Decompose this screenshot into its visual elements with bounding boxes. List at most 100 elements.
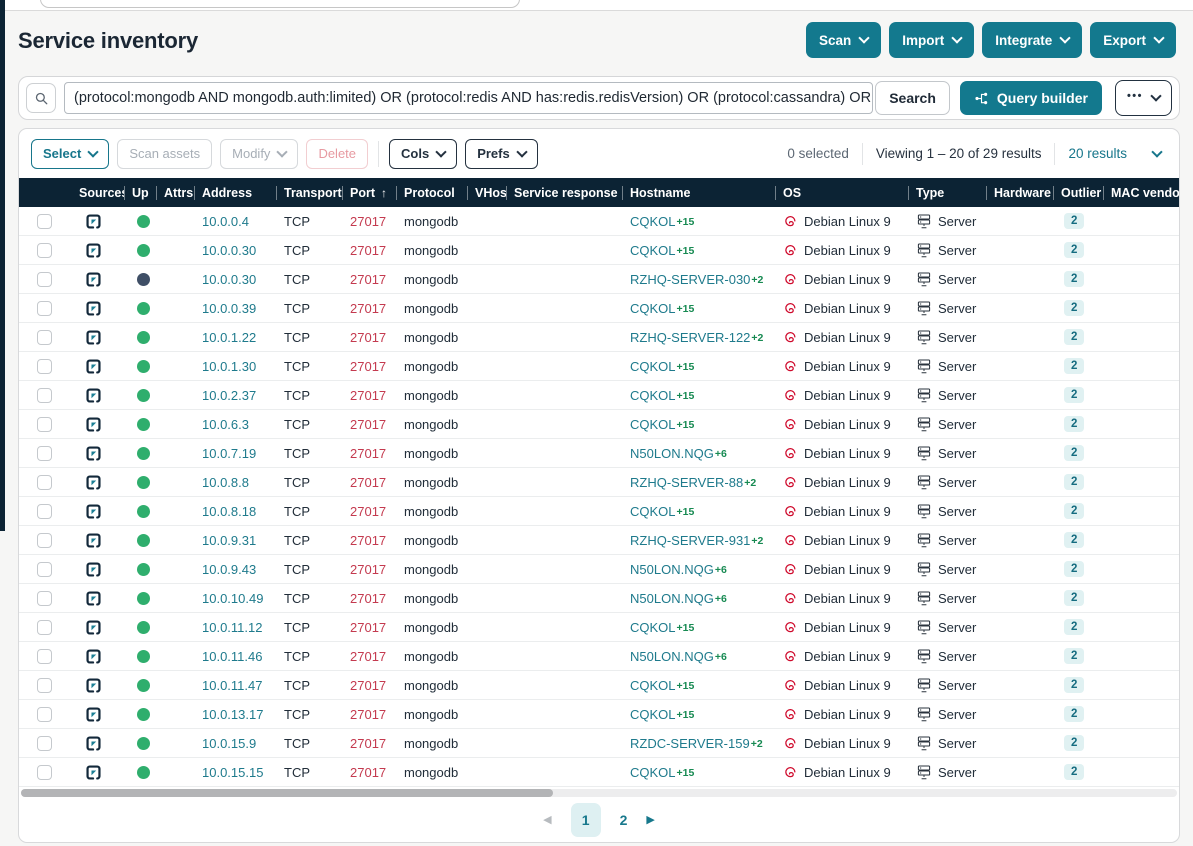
hostname-link[interactable]: RZHQ-SERVER-122+2 (630, 330, 763, 345)
hostname-link[interactable]: CQKOL+15 (630, 765, 694, 780)
outlier-badge[interactable]: 2 (1064, 416, 1084, 432)
hostname-link[interactable]: N50LON.NQG+6 (630, 562, 727, 577)
address-link[interactable]: 10.0.11.12 (202, 620, 262, 635)
outlier-badge[interactable]: 2 (1064, 213, 1084, 229)
runzero-source-icon[interactable] (85, 648, 102, 665)
column-header-outlier[interactable]: Outlier (1053, 185, 1103, 201)
hostname-link[interactable]: CQKOL+15 (630, 214, 694, 229)
prefs-button[interactable]: Prefs (465, 139, 538, 169)
runzero-source-icon[interactable] (85, 561, 102, 578)
address-link[interactable]: 10.0.6.3 (202, 417, 249, 432)
row-checkbox[interactable] (37, 301, 52, 316)
runzero-source-icon[interactable] (85, 329, 102, 346)
row-checkbox[interactable] (37, 765, 52, 780)
row-checkbox[interactable] (37, 475, 52, 490)
address-link[interactable]: 10.0.2.37 (202, 388, 256, 403)
integrate-button[interactable]: Integrate (982, 22, 1082, 58)
row-checkbox[interactable] (37, 330, 52, 345)
address-link[interactable]: 10.0.0.30 (202, 243, 256, 258)
row-checkbox[interactable] (37, 272, 52, 287)
row-checkbox[interactable] (37, 504, 52, 519)
outlier-badge[interactable]: 2 (1064, 532, 1084, 548)
runzero-source-icon[interactable] (85, 474, 102, 491)
outlier-badge[interactable]: 2 (1064, 648, 1084, 664)
column-header-hardware[interactable]: Hardware (986, 185, 1053, 201)
scan-button[interactable]: Scan (806, 22, 881, 58)
hostname-link[interactable]: RZHQ-SERVER-931+2 (630, 533, 763, 548)
outlier-badge[interactable]: 2 (1064, 561, 1084, 577)
row-checkbox[interactable] (37, 591, 52, 606)
more-options-button[interactable]: ••• (1115, 80, 1172, 116)
search-button[interactable]: Search (875, 81, 950, 115)
hostname-link[interactable]: CQKOL+15 (630, 620, 694, 635)
column-header-hostname[interactable]: Hostname (622, 185, 775, 201)
delete-button[interactable]: Delete (306, 139, 368, 169)
column-header-vhost[interactable]: VHost (467, 185, 506, 201)
hostname-link[interactable]: N50LON.NQG+6 (630, 591, 727, 606)
runzero-source-icon[interactable] (85, 213, 102, 230)
runzero-source-icon[interactable] (85, 619, 102, 636)
next-page-icon[interactable]: ▶ (646, 813, 654, 826)
page-button-2[interactable]: 2 (620, 812, 628, 828)
outlier-badge[interactable]: 2 (1064, 590, 1084, 606)
column-header-service-response[interactable]: Service response (506, 185, 622, 201)
column-header-protocol[interactable]: Protocol (396, 185, 467, 201)
column-header-address[interactable]: Address (194, 185, 276, 201)
hostname-link[interactable]: CQKOL+15 (630, 417, 694, 432)
runzero-source-icon[interactable] (85, 677, 102, 694)
outlier-badge[interactable]: 2 (1064, 300, 1084, 316)
row-checkbox[interactable] (37, 359, 52, 374)
previous-page-icon[interactable]: ◀ (543, 813, 551, 826)
outlier-badge[interactable]: 2 (1064, 474, 1084, 490)
hostname-link[interactable]: CQKOL+15 (630, 707, 694, 722)
address-link[interactable]: 10.0.1.30 (202, 359, 256, 374)
column-header-os[interactable]: OS (775, 185, 908, 201)
outlier-badge[interactable]: 2 (1064, 445, 1084, 461)
outlier-badge[interactable]: 2 (1064, 735, 1084, 751)
outlier-badge[interactable]: 2 (1064, 358, 1084, 374)
row-checkbox[interactable] (37, 707, 52, 722)
column-header-type[interactable]: Type (908, 185, 986, 201)
outlier-badge[interactable]: 2 (1064, 764, 1084, 780)
hostname-link[interactable]: CQKOL+15 (630, 388, 694, 403)
address-link[interactable]: 10.0.8.18 (202, 504, 256, 519)
outlier-badge[interactable]: 2 (1064, 271, 1084, 287)
runzero-source-icon[interactable] (85, 735, 102, 752)
hostname-link[interactable]: RZHQ-SERVER-88+2 (630, 475, 756, 490)
row-checkbox[interactable] (37, 243, 52, 258)
row-checkbox[interactable] (37, 533, 52, 548)
runzero-source-icon[interactable] (85, 503, 102, 520)
runzero-source-icon[interactable] (85, 532, 102, 549)
row-checkbox[interactable] (37, 562, 52, 577)
outlier-badge[interactable]: 2 (1064, 329, 1084, 345)
row-checkbox[interactable] (37, 446, 52, 461)
outlier-badge[interactable]: 2 (1064, 503, 1084, 519)
row-checkbox[interactable] (37, 214, 52, 229)
page-button-1[interactable]: 1 (571, 803, 601, 837)
outlier-badge[interactable]: 2 (1064, 619, 1084, 635)
runzero-source-icon[interactable] (85, 764, 102, 781)
runzero-source-icon[interactable] (85, 300, 102, 317)
scrollbar-thumb[interactable] (21, 789, 553, 797)
address-link[interactable]: 10.0.1.22 (202, 330, 256, 345)
scan-assets-button[interactable]: Scan assets (117, 139, 212, 169)
address-link[interactable]: 10.0.9.43 (202, 562, 256, 577)
select-button[interactable]: Select (31, 139, 109, 169)
runzero-source-icon[interactable] (85, 271, 102, 288)
hostname-link[interactable]: N50LON.NQG+6 (630, 649, 727, 664)
hostname-link[interactable]: CQKOL+15 (630, 678, 694, 693)
address-link[interactable]: 10.0.11.47 (202, 678, 262, 693)
hostname-link[interactable]: RZHQ-SERVER-030+2 (630, 272, 763, 287)
cols-button[interactable]: Cols (389, 139, 457, 169)
address-link[interactable]: 10.0.7.19 (202, 446, 256, 461)
address-link[interactable]: 10.0.0.4 (202, 214, 249, 229)
query-builder-button[interactable]: Query builder (960, 81, 1102, 115)
search-input[interactable]: (protocol:mongodb AND mongodb.auth:limit… (64, 82, 873, 114)
row-checkbox[interactable] (37, 417, 52, 432)
outlier-badge[interactable]: 2 (1064, 706, 1084, 722)
hostname-link[interactable]: RZDC-SERVER-159+2 (630, 736, 763, 751)
hostname-link[interactable]: CQKOL+15 (630, 359, 694, 374)
row-checkbox[interactable] (37, 388, 52, 403)
column-header-attrs[interactable]: Attrs (156, 185, 194, 201)
outlier-badge[interactable]: 2 (1064, 387, 1084, 403)
